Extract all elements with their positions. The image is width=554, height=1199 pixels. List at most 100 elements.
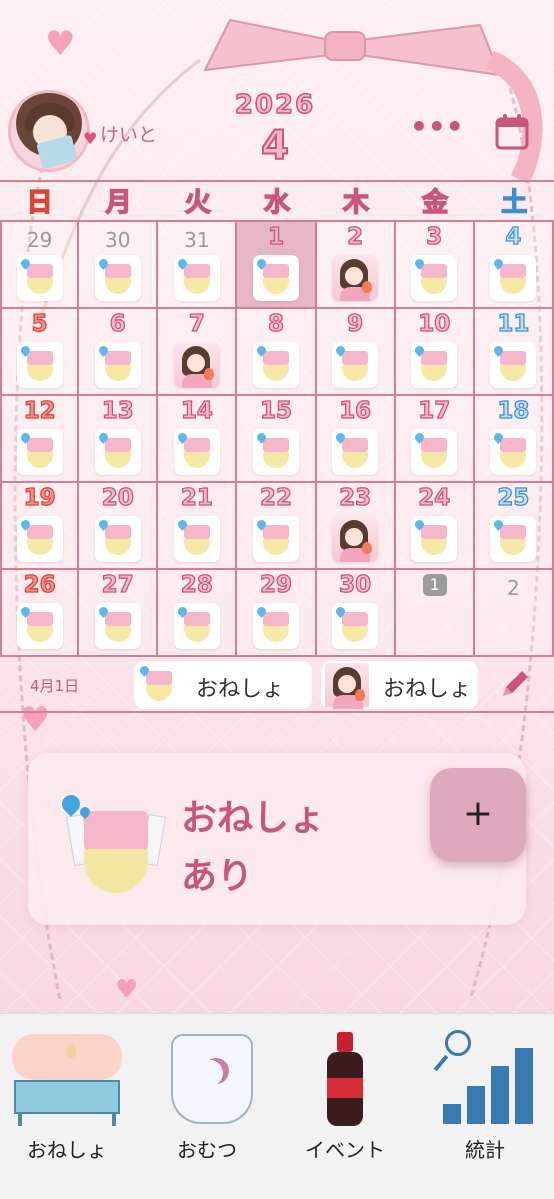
calendar-day-cell[interactable]: 31: [158, 222, 238, 309]
day-number: 25: [497, 484, 530, 511]
diaper-icon: [94, 255, 141, 301]
calendar-day-cell[interactable]: 4: [474, 222, 554, 309]
year-label: 2026: [234, 89, 316, 121]
diaper-icon: [252, 603, 299, 649]
calendar-day-cell[interactable]: 13: [79, 396, 159, 483]
day-number: 16: [338, 397, 372, 424]
calendar-day-cell[interactable]: 9: [316, 309, 396, 396]
diaper-icon: [411, 342, 458, 388]
diaper-icon: [332, 342, 379, 388]
heart-decoration-icon: ♥: [45, 24, 76, 64]
more-options-button[interactable]: •••: [410, 113, 464, 147]
diaper-icon: [138, 663, 182, 707]
tab-diaper[interactable]: おむつ: [144, 1024, 270, 1174]
heart-decoration-icon: ♥: [115, 975, 139, 1005]
tab-label: おむつ: [177, 1138, 237, 1162]
calendar-day-cell[interactable]: 23: [316, 483, 396, 570]
bottle-icon: [295, 1030, 395, 1128]
day-number: 9: [346, 310, 364, 337]
calendar-day-cell[interactable]: 12: [0, 396, 80, 483]
event-chip[interactable]: おねしょ: [321, 661, 478, 709]
calendar-day-cell[interactable]: 17: [395, 396, 475, 483]
tab-onesho[interactable]: おねしょ: [4, 1024, 130, 1174]
calendar-icon[interactable]: [494, 113, 530, 151]
day-number: 30: [104, 228, 131, 252]
day-number: 29: [259, 571, 292, 598]
calendar-day-cell[interactable]: 29: [0, 222, 80, 309]
calendar-day-cell[interactable]: 2: [316, 222, 396, 309]
weekday-fri: 金: [421, 187, 449, 219]
calendar-day-cell[interactable]: 19: [0, 483, 80, 570]
calendar-day-cell[interactable]: 14: [158, 396, 238, 483]
weekday-sun: 日: [26, 187, 54, 219]
header: ♥ けいと 2026 4 •••: [0, 85, 554, 180]
diaper-icon: [332, 429, 379, 475]
weekday-tue: 火: [184, 187, 212, 219]
diaper-icon: [173, 516, 220, 562]
heart-icon: ♥: [83, 129, 98, 148]
calendar-day-cell[interactable]: 16: [316, 396, 396, 483]
calendar-day-cell[interactable]: 30: [316, 570, 396, 657]
day-number: 11: [497, 310, 530, 337]
day-number: 4: [505, 223, 522, 250]
calendar-day-cell[interactable]: 1: [237, 222, 317, 309]
calendar-day-cell[interactable]: 3: [395, 222, 475, 309]
tab-event[interactable]: イベント: [282, 1024, 408, 1174]
day-number: 31: [184, 228, 210, 252]
tab-label: おねしょ: [27, 1138, 107, 1162]
calendar-day-cell[interactable]: 25: [474, 483, 554, 570]
avatar[interactable]: [8, 90, 90, 172]
day-number: 22: [259, 484, 292, 511]
girl-icon: [332, 255, 379, 301]
event-chip-label: おねしょ: [196, 677, 285, 702]
calendar-day-cell[interactable]: 11: [474, 309, 554, 396]
day-number: 27: [101, 571, 134, 598]
tab-stats[interactable]: 統計: [422, 1024, 548, 1174]
calendar-day-cell[interactable]: 22: [237, 483, 317, 570]
calendar-day-cell[interactable]: 26: [0, 570, 80, 657]
calendar-day-cell[interactable]: 28: [158, 570, 238, 657]
diaper-icon: [94, 603, 141, 649]
calendar-grid: 29 30 31 1 2 3 4 5 6 7 8 9 10 11 12 13 14 15 16 17 18 19 20 21 2…: [0, 220, 554, 657]
event-chip[interactable]: おねしょ: [134, 661, 312, 709]
calendar-day-cell[interactable]: 30: [79, 222, 159, 309]
calendar-day-cell[interactable]: 6: [79, 309, 159, 396]
tab-label: イベント: [305, 1138, 385, 1162]
pencil-edit-icon[interactable]: [498, 667, 532, 701]
day-number: 10: [418, 310, 451, 337]
calendar-day-cell[interactable]: 15: [237, 396, 317, 483]
calendar-day-cell[interactable]: 27: [79, 570, 159, 657]
calendar-day-cell[interactable]: 20: [79, 483, 159, 570]
event-chip-label: おねしょ: [383, 677, 472, 702]
calendar-day-cell[interactable]: 18: [474, 396, 554, 483]
girl-icon: [332, 516, 379, 562]
day-number: 19: [23, 484, 56, 511]
calendar-day-cell[interactable]: 2: [474, 570, 554, 657]
diaper-icon: [411, 255, 458, 301]
day-number: 17: [418, 397, 451, 424]
calendar-day-cell[interactable]: 5: [0, 309, 80, 396]
add-record-button[interactable]: +: [430, 768, 526, 862]
day-number: 2: [507, 576, 520, 600]
wet-diaper-icon: [56, 791, 168, 901]
day-number: 24: [418, 484, 451, 511]
diaper-icon: [94, 429, 141, 475]
calendar-day-cell[interactable]: 29: [237, 570, 317, 657]
diaper-icon: [411, 516, 458, 562]
diaper-icon: [490, 342, 537, 388]
weekday-mon: 月: [105, 187, 133, 219]
day-number: 21: [180, 484, 213, 511]
day-number: 23: [338, 484, 372, 511]
calendar-day-cell[interactable]: 7: [158, 309, 238, 396]
stats-icon: [433, 1030, 535, 1128]
weekday-wed: 水: [263, 187, 291, 219]
diaper-icon: [173, 429, 220, 475]
calendar-day-cell[interactable]: 24: [395, 483, 475, 570]
calendar-day-cell[interactable]: 21: [158, 483, 238, 570]
diaper-icon: [16, 429, 63, 475]
calendar-day-cell[interactable]: 10: [395, 309, 475, 396]
calendar-day-cell[interactable]: 8: [237, 309, 317, 396]
diaper-icon: [94, 342, 141, 388]
calendar-day-cell[interactable]: 1: [395, 570, 475, 657]
day-number: 14: [180, 397, 213, 424]
